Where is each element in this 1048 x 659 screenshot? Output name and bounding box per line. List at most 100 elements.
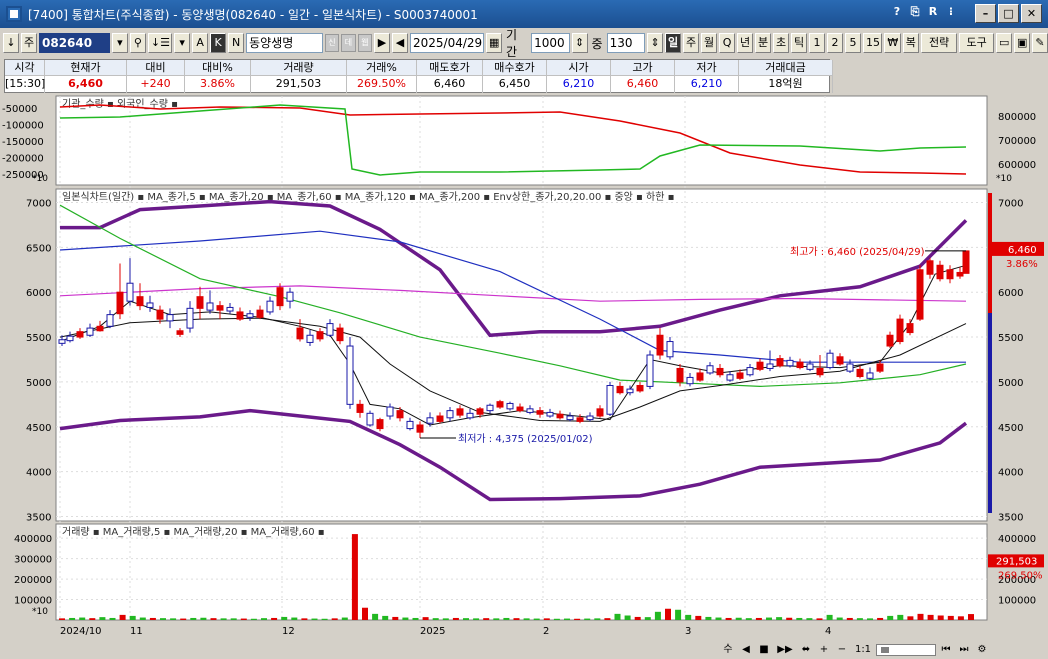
quote-header: 대비% (185, 60, 250, 76)
fast-forward-button[interactable]: ▶▶ (774, 642, 796, 657)
candle-body (946, 269, 954, 280)
quote-header: 현재가 (45, 60, 126, 76)
currency-button[interactable]: ₩ (884, 33, 901, 53)
zoom-in-button[interactable]: + (816, 642, 832, 657)
interval-2[interactable]: 2 (827, 33, 844, 53)
title-bar: [7400] 통합차트(주식종합) - 동양생명(082640 - 일간 - 일… (0, 0, 1048, 28)
price-tick-right: 5500 (998, 333, 1023, 344)
calendar-icon[interactable]: ▦ (486, 33, 502, 53)
x-tick-label: 2 (543, 626, 549, 637)
volume-bar (766, 617, 772, 620)
volume-bar (867, 618, 873, 620)
arrow-down-button[interactable]: ↓ (3, 33, 19, 53)
window-title: [7400] 통합차트(주식종합) - 동양생명(082640 - 일간 - 일… (28, 7, 478, 22)
go-end-icon[interactable]: ⏭ (956, 642, 972, 657)
reset-zoom-button[interactable]: 1:1 (852, 642, 874, 657)
data-button[interactable]: 데 (341, 34, 356, 52)
x-tick-label: 11 (130, 626, 143, 637)
help-icon[interactable]: ? (890, 5, 904, 19)
unit-stepper[interactable]: ⇕ (647, 33, 664, 53)
chart-area[interactable]: 2024/10111220252347000700065006500600060… (0, 93, 1048, 638)
market-selector[interactable]: 주 (21, 33, 37, 53)
candle-body (166, 314, 174, 322)
ratio-button[interactable]: 수 (720, 642, 736, 657)
interval-day[interactable]: 일 (665, 33, 682, 53)
unit-input[interactable]: 130 (606, 33, 646, 53)
interval-1[interactable]: 1 (809, 33, 826, 53)
volume-bar (109, 617, 116, 620)
quote-value: 6,460 (626, 77, 659, 90)
more-icon[interactable]: ⁝ (944, 5, 958, 19)
zoom-out-button[interactable]: − (834, 642, 850, 657)
minimize-button[interactable]: – (975, 4, 996, 23)
dropdown-button-2[interactable]: ▾ (174, 33, 191, 53)
candle-body (306, 334, 314, 343)
volume-bar (291, 617, 298, 620)
stock-code-input[interactable]: 082640 (39, 33, 110, 53)
prev-button[interactable]: ◀ (392, 33, 408, 53)
scroll-left-button[interactable]: ◀ (738, 642, 754, 657)
new-button[interactable]: 신 (324, 34, 340, 52)
search-icon[interactable]: ⚲ (129, 33, 146, 53)
interval-second[interactable]: 초 (773, 33, 790, 53)
next-button[interactable]: ▶ (374, 33, 390, 53)
zoom-slider[interactable] (876, 643, 936, 656)
volume-bar (533, 618, 540, 620)
candle-body (196, 296, 204, 309)
volume-bar (553, 618, 560, 620)
candle-body (836, 356, 844, 365)
current-price-pct: 3.86% (1006, 259, 1038, 270)
period-input[interactable]: 1000 (531, 33, 570, 53)
period-stepper[interactable]: ⇕ (571, 33, 588, 53)
quote-value: [15:30] (5, 77, 46, 90)
date-input[interactable]: 2025/04/29 (410, 33, 484, 53)
save-icon[interactable]: ▣ (1013, 33, 1030, 53)
button-n[interactable]: N (228, 33, 245, 53)
interval-15[interactable]: 15 (863, 33, 883, 53)
close-button[interactable]: ✕ (1021, 4, 1042, 23)
button-k[interactable]: K (210, 33, 227, 53)
folder-icon[interactable]: ▭ (995, 33, 1012, 53)
volume-bar (341, 617, 348, 620)
volume-tick-left: 200000 (14, 575, 52, 586)
volume-bar (99, 617, 106, 620)
go-start-icon[interactable]: ⏮ (938, 642, 954, 657)
volume-bar (382, 615, 389, 620)
tools-button[interactable]: 도구 (959, 33, 994, 53)
quote-col-4: 거래량 291,503 (251, 60, 347, 93)
candle-body (576, 417, 584, 422)
volume-bar (574, 618, 581, 620)
investor-tick-right: 700000 (998, 136, 1036, 147)
link-icon[interactable]: ⎘ (908, 5, 922, 19)
interval-minute[interactable]: 분 (755, 33, 772, 53)
interval-quarter[interactable]: Q (719, 33, 736, 53)
chart-svg[interactable]: 2024/10111220252347000700065006500600060… (0, 93, 1048, 638)
interval-month[interactable]: 월 (701, 33, 718, 53)
candle-body (846, 363, 854, 372)
interval-year[interactable]: 년 (737, 33, 754, 53)
sort-button[interactable]: ↓☰ (147, 33, 173, 53)
web-button[interactable]: 웹 (357, 34, 372, 52)
volume-bar (786, 617, 793, 620)
stock-name-input[interactable]: 동양생명 (246, 33, 323, 53)
quote-col-10: 저가 6,210 (675, 60, 739, 93)
button-a[interactable]: A (192, 33, 209, 53)
volume-bar (725, 617, 732, 620)
dropdown-button[interactable]: ▾ (111, 33, 128, 53)
stop-button[interactable]: ■ (756, 642, 772, 657)
price-tick-left: 4000 (26, 468, 51, 479)
wrench-icon[interactable]: ✎ (1031, 33, 1048, 53)
interval-tick[interactable]: 틱 (791, 33, 808, 53)
quote-header: 거래량 (251, 60, 346, 76)
volume-bar (564, 618, 570, 620)
multi-button[interactable]: 복 (902, 33, 919, 53)
interval-week[interactable]: 주 (683, 33, 700, 53)
strategy-button[interactable]: 전략 (920, 33, 958, 53)
restore-button[interactable]: □ (998, 4, 1019, 23)
refresh-icon[interactable]: R (926, 5, 940, 19)
candle-body (146, 302, 154, 308)
investor-tick-right: 600000 (998, 160, 1036, 171)
settings-icon[interactable]: ⚙ (974, 642, 990, 657)
fit-button[interactable]: ⬌ (798, 642, 814, 657)
interval-5[interactable]: 5 (845, 33, 862, 53)
